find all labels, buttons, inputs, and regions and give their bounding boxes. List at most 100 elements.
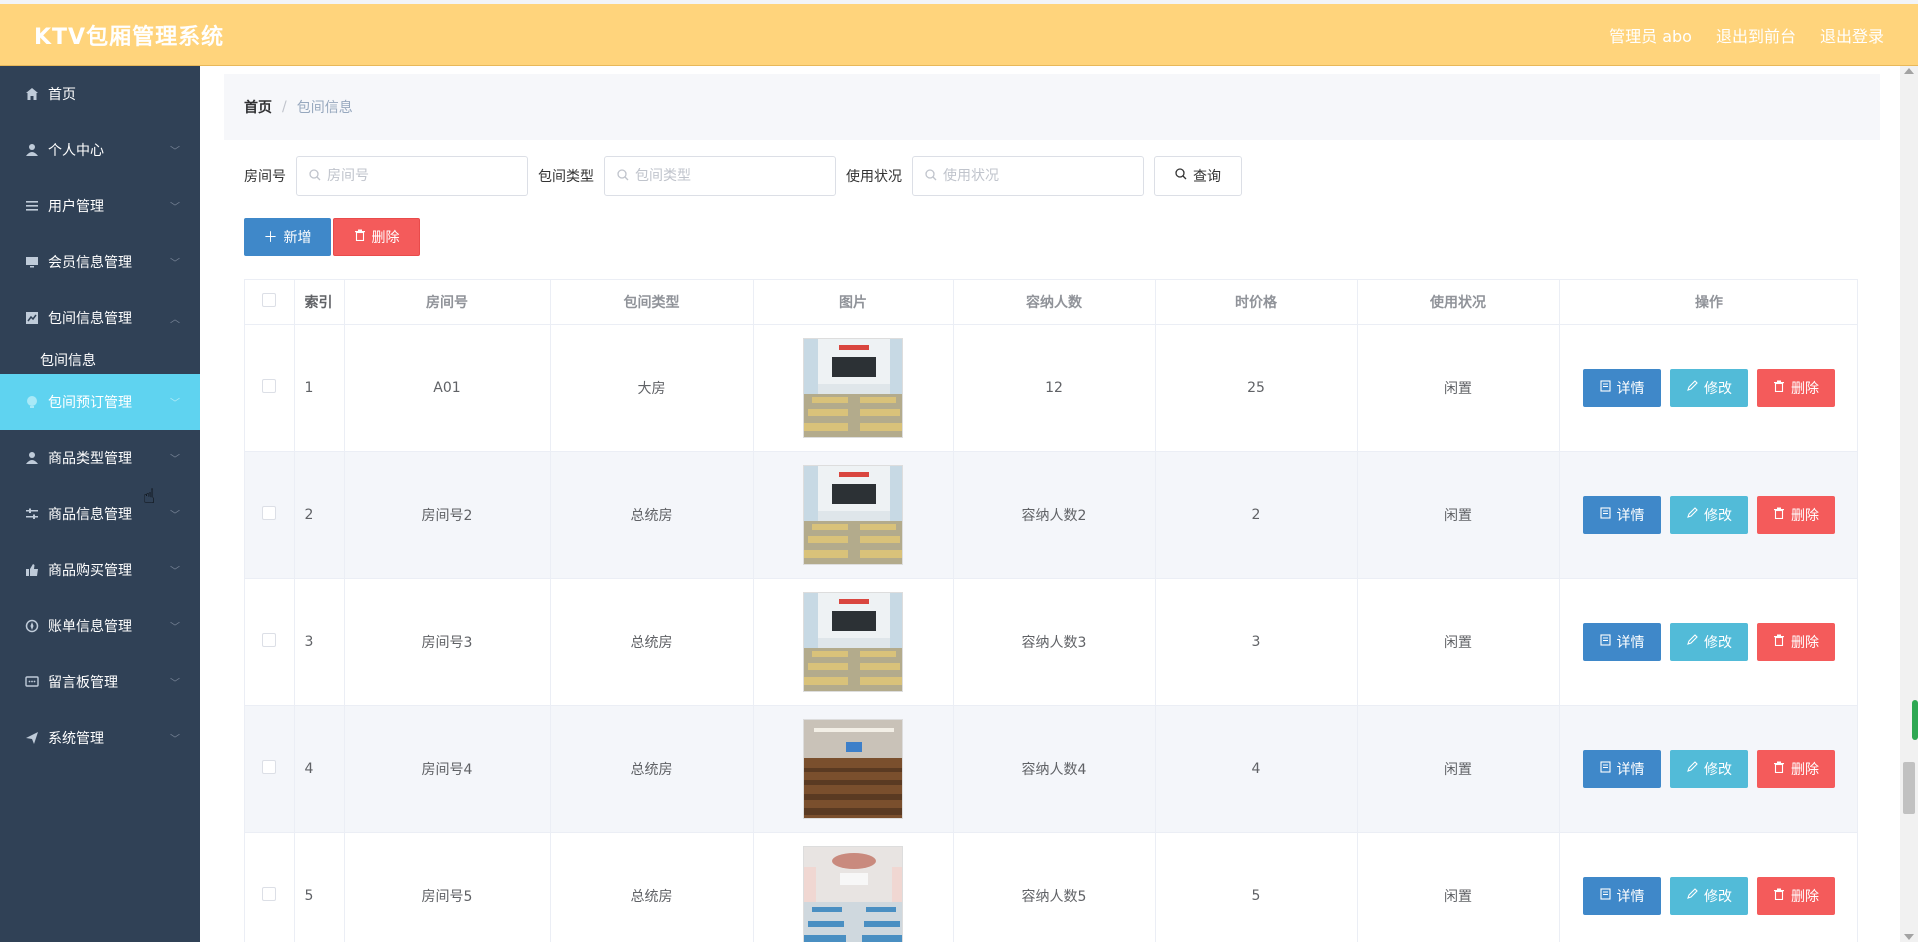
row-checkbox[interactable] — [262, 505, 277, 520]
sidebar-item-label: 商品类型管理 — [48, 451, 132, 467]
query-button-label: 查询 — [1193, 169, 1221, 185]
document-icon — [1599, 379, 1611, 396]
scroll-down-arrow-icon[interactable] — [1904, 934, 1914, 940]
row-select-cell — [245, 324, 295, 452]
sidebar-item-goods-info-management[interactable]: 商品信息管理 ﹀ — [0, 486, 200, 542]
delete-button[interactable]: 删除 — [1757, 749, 1835, 788]
delete-button[interactable]: 删除 — [1757, 368, 1835, 407]
delete-button[interactable]: 删除 — [1757, 622, 1835, 661]
row-checkbox[interactable] — [262, 378, 277, 393]
sidebar-item-label: 包间预订管理 — [48, 395, 132, 411]
sidebar-item-member-management[interactable]: 会员信息管理 ﹀ — [0, 234, 200, 290]
detail-button-label: 详情 — [1616, 888, 1645, 905]
type-cell: 总统房 — [550, 705, 754, 833]
table-row: 4 房间号4 总统房 容纳人数4 4 闲置 详情 修改 删除 — [245, 705, 1857, 833]
detail-button[interactable]: 详情 — [1583, 749, 1661, 788]
sidebar-item-goods-type-management[interactable]: 商品类型管理 ﹀ — [0, 430, 200, 486]
delete-button-label: 删除 — [1791, 888, 1819, 905]
room-thumbnail[interactable] — [803, 845, 903, 942]
sidebar-item-bill-info-management[interactable]: 账单信息管理 ﹀ — [0, 598, 200, 654]
edit-button[interactable]: 修改 — [1670, 495, 1748, 534]
room-type-input[interactable] — [635, 168, 815, 184]
chevron-down-icon: ﹀ — [170, 454, 180, 466]
ops-cell: 详情 修改 删除 — [1559, 705, 1857, 833]
sidebar-item-system-management[interactable]: 系统管理 ﹀ — [0, 710, 200, 766]
search-icon — [925, 168, 937, 184]
chevron-down-icon: ﹀ — [170, 734, 180, 746]
room-number-input[interactable] — [327, 168, 507, 184]
room-cell: A01 — [344, 324, 551, 452]
usage-status-input[interactable] — [943, 168, 1123, 184]
sidebar-item-room-booking-management[interactable]: 包间预订管理 ﹀ — [0, 374, 200, 430]
batch-delete-button[interactable]: 删除 — [333, 218, 420, 256]
detail-button[interactable]: 详情 — [1583, 622, 1661, 661]
detail-button[interactable]: 详情 — [1583, 368, 1661, 407]
trash-icon — [1773, 888, 1785, 904]
room-thumbnail[interactable] — [803, 591, 903, 692]
chevron-down-icon: ﹀ — [170, 398, 180, 410]
add-button[interactable]: ＋ 新增 — [244, 218, 331, 256]
detail-button-label: 详情 — [1616, 380, 1645, 397]
breadcrumb: 首页 / 包间信息 — [224, 74, 1880, 140]
room-type-field — [604, 156, 836, 196]
page-scrollbar[interactable] — [1900, 66, 1918, 942]
sidebar-item-label: 账单信息管理 — [48, 619, 132, 635]
status-cell: 闲置 — [1357, 578, 1560, 706]
row-checkbox[interactable] — [262, 886, 277, 901]
status-cell: 闲置 — [1357, 705, 1560, 833]
row-select-cell — [245, 578, 295, 706]
edit-button[interactable]: 修改 — [1670, 749, 1748, 788]
pencil-icon — [1686, 506, 1698, 523]
sidebar-item-personal-center[interactable]: 个人中心 ﹀ — [0, 122, 200, 178]
capacity-cell: 容纳人数5 — [953, 832, 1156, 942]
sidebar-subitem-room-info[interactable]: 包间信息 — [0, 346, 200, 374]
edit-button-label: 修改 — [1704, 634, 1732, 651]
trash-icon — [1773, 634, 1785, 650]
chevron-down-icon: ﹀ — [170, 622, 180, 634]
pencil-icon — [1686, 760, 1698, 777]
capacity-cell: 容纳人数2 — [953, 451, 1156, 579]
edit-button[interactable]: 修改 — [1670, 368, 1748, 407]
column-header-price: 时价格 — [1155, 280, 1358, 325]
detail-button[interactable]: 详情 — [1583, 495, 1661, 534]
room-thumbnail[interactable] — [803, 718, 903, 819]
scroll-up-arrow-icon[interactable] — [1904, 68, 1914, 74]
room-type-label: 包间类型 — [538, 169, 594, 185]
edit-button[interactable]: 修改 — [1670, 876, 1748, 915]
delete-button[interactable]: 删除 — [1757, 495, 1835, 534]
pencil-icon — [1686, 887, 1698, 904]
row-checkbox[interactable] — [262, 759, 277, 774]
scrollbar-thumb[interactable] — [1903, 762, 1915, 814]
sidebar-item-goods-purchase-management[interactable]: 商品购买管理 ﹀ — [0, 542, 200, 598]
index-cell: 3 — [294, 578, 345, 706]
table-row: 5 房间号5 总统房 容纳人数5 5 闲置 详情 修改 删除 — [245, 832, 1857, 942]
detail-button[interactable]: 详情 — [1583, 876, 1661, 915]
room-thumbnail[interactable] — [803, 464, 903, 565]
add-button-label: 新增 — [283, 230, 312, 246]
sidebar-item-message-board-management[interactable]: 留言板管理 ﹀ — [0, 654, 200, 710]
ops-cell: 详情 修改 删除 — [1559, 578, 1857, 706]
edit-button-label: 修改 — [1704, 761, 1732, 778]
sidebar-item-user-management[interactable]: 用户管理 ﹀ — [0, 178, 200, 234]
price-cell: 25 — [1155, 324, 1358, 452]
table-row: 2 房间号2 总统房 容纳人数2 2 闲置 详情 修改 删除 — [245, 451, 1857, 579]
exit-to-front-link[interactable]: 退出到前台 — [1716, 23, 1796, 47]
room-thumbnail[interactable] — [803, 337, 903, 438]
breadcrumb-home[interactable]: 首页 — [244, 97, 272, 117]
trash-icon — [1773, 380, 1785, 396]
row-checkbox[interactable] — [262, 632, 277, 647]
image-cell — [753, 451, 954, 579]
compass-icon — [24, 618, 40, 634]
query-button[interactable]: 查询 — [1154, 156, 1242, 196]
sidebar-item-label: 会员信息管理 — [48, 255, 132, 271]
ops-cell: 详情 修改 删除 — [1559, 832, 1857, 942]
select-all-checkbox[interactable] — [262, 292, 277, 307]
sidebar-item-home[interactable]: 首页 — [0, 66, 200, 122]
ops-cell: 详情 修改 删除 — [1559, 451, 1857, 579]
status-cell: 闲置 — [1357, 324, 1560, 452]
edit-button[interactable]: 修改 — [1670, 622, 1748, 661]
sidebar-item-room-info-management[interactable]: 包间信息管理 ︿ — [0, 290, 200, 346]
logout-link[interactable]: 退出登录 — [1820, 23, 1884, 47]
delete-button[interactable]: 删除 — [1757, 876, 1835, 915]
select-all-cell — [245, 280, 295, 325]
